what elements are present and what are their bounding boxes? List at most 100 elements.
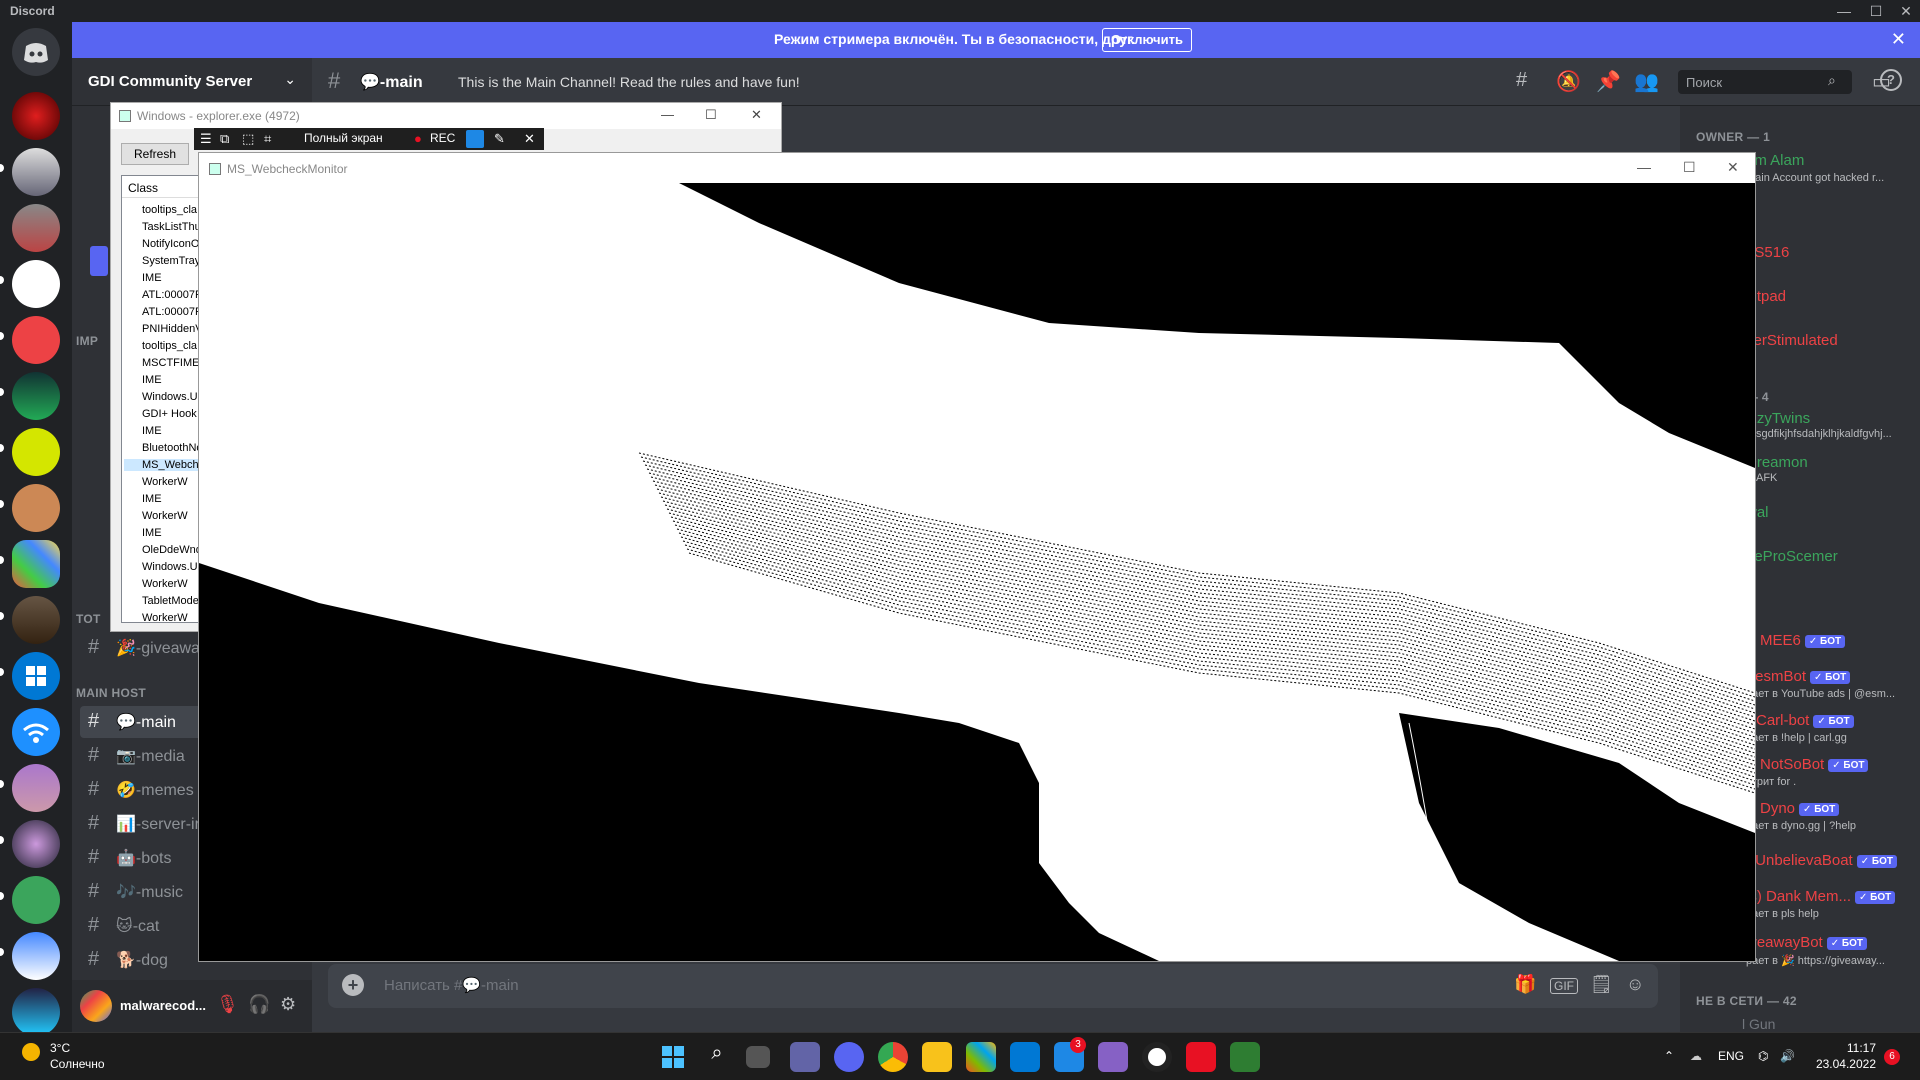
clock-time[interactable]: 11:17	[1816, 1041, 1876, 1055]
language-indicator[interactable]: ENG	[1718, 1049, 1744, 1063]
weather-temp[interactable]: 3°C	[50, 1041, 70, 1055]
explorer-titlebar[interactable]: Windows - explorer.exe (4972) — ☐ ✕	[111, 103, 781, 129]
weather-sun-icon[interactable]	[22, 1043, 40, 1061]
bot-member[interactable]: ls) Dank Mem... ✓ БОТ	[1746, 888, 1896, 905]
bot-member[interactable]: Dyno ✓ БОТ	[1760, 800, 1840, 817]
member-list-icon[interactable]: 👥	[1634, 69, 1659, 94]
close-icon[interactable]: ✕	[524, 131, 535, 147]
bird-sketch-icon[interactable]	[12, 260, 60, 308]
bot-member[interactable]: MEE6 ✓ БОТ	[1760, 632, 1846, 649]
diamond-icon[interactable]	[12, 316, 60, 364]
maximize-button[interactable]: ☐	[1683, 159, 1696, 176]
tree-row[interactable]: WorkerW	[142, 510, 188, 522]
tree-row[interactable]: WorkerW	[142, 476, 188, 488]
mic-toggle-icon[interactable]	[466, 130, 484, 148]
tree-row[interactable]: PNIHiddenV	[142, 323, 203, 335]
minimize-button[interactable]: —	[1637, 159, 1651, 175]
network-icon[interactable]: ☁	[1690, 1049, 1702, 1063]
gear-icon[interactable]: ⚙	[280, 994, 296, 1015]
channel-topic[interactable]: This is the Main Channel! Read the rules…	[458, 74, 800, 90]
attach-plus-icon[interactable]: +	[342, 974, 364, 996]
store-icon[interactable]	[966, 1042, 996, 1072]
file-explorer-icon[interactable]	[922, 1042, 952, 1072]
server-header[interactable]: GDI Community Server ⌄	[72, 58, 312, 106]
member-item[interactable]: verStimulated	[1746, 332, 1838, 349]
anydesk-icon[interactable]	[1186, 1042, 1216, 1072]
tree-row[interactable]: GDI+ Hook	[142, 408, 197, 420]
help-icon[interactable]: ?	[1880, 69, 1902, 91]
remote-desktop-icon[interactable]	[1010, 1042, 1040, 1072]
tree-row[interactable]: SystemTray	[142, 255, 200, 267]
maximize-button[interactable]: ☐	[705, 107, 717, 123]
tree-row[interactable]: IME	[142, 272, 162, 284]
close-banner-icon[interactable]: ✕	[1891, 29, 1906, 50]
rec-label[interactable]: REC	[430, 131, 455, 145]
maximize-button[interactable]: ☐	[1862, 0, 1890, 22]
tree-row[interactable]: tooltips_cla	[142, 340, 197, 352]
tree-row[interactable]: IME	[142, 493, 162, 505]
screenshot-icon[interactable]	[12, 932, 60, 980]
window-capture-icon[interactable]: ⧉	[220, 131, 229, 147]
pen-icon[interactable]: ✎	[494, 131, 505, 147]
green-scene-icon[interactable]	[12, 372, 60, 420]
discord-taskbar-icon[interactable]	[834, 1042, 864, 1072]
clock-date[interactable]: 23.04.2022	[1800, 1057, 1876, 1071]
weather-desc[interactable]: Солнечно	[50, 1057, 105, 1071]
tree-row[interactable]: OleDdeWnd	[142, 544, 202, 556]
tree-row[interactable]: Windows.U	[142, 561, 198, 573]
terminal-icon[interactable]	[1230, 1042, 1260, 1072]
refresh-button[interactable]: Refresh	[121, 143, 189, 165]
column-header-class[interactable]: Class	[122, 176, 204, 198]
threads-icon[interactable]: #	[1516, 69, 1527, 92]
close-button[interactable]: ✕	[1727, 159, 1739, 176]
category-partial-2[interactable]: TOT	[76, 612, 101, 626]
disable-streamer-button[interactable]: Отключить	[1102, 28, 1192, 52]
member-item[interactable]: ueProScemer	[1746, 548, 1838, 565]
wifi-tray-icon[interactable]: ⌬	[1758, 1049, 1768, 1063]
avatar[interactable]	[80, 990, 112, 1022]
tree-row[interactable]: tooltips_cla	[142, 204, 197, 216]
discord-home-icon[interactable]	[12, 28, 60, 76]
red-skull-icon[interactable]	[12, 92, 60, 140]
message-composer[interactable]: + Написать #💬-main 🎁 GIF 🗒 ☺	[328, 964, 1658, 1008]
wifi-logo-icon[interactable]	[12, 708, 60, 756]
tree-row[interactable]: TabletMode	[142, 595, 199, 607]
category-partial-1[interactable]: IMP	[76, 334, 98, 348]
recorder-icon[interactable]	[1142, 1042, 1172, 1072]
bot-member[interactable]: Carl-bot ✓ БОТ	[1756, 712, 1854, 729]
minimize-button[interactable]: —	[661, 107, 674, 122]
composer-placeholder[interactable]: Написать #💬-main	[384, 976, 519, 994]
menu-icon[interactable]: ☰	[200, 131, 212, 147]
tree-row[interactable]: NotifyIconO	[142, 238, 199, 250]
galaxy-icon[interactable]	[12, 820, 60, 868]
start-windows-icon[interactable]	[658, 1042, 688, 1072]
bot-member[interactable]: ) UnbelievaBoat ✓ БОТ	[1746, 852, 1897, 869]
tree-row[interactable]: Windows.U	[142, 391, 198, 403]
username[interactable]: malwarecod...	[120, 998, 206, 1013]
search-icon[interactable]: ⌕	[702, 1042, 732, 1072]
tree-row[interactable]: MS_Webche	[124, 459, 204, 471]
gif-icon[interactable]: GIF	[1550, 978, 1578, 994]
close-button[interactable]: ✕	[1892, 0, 1920, 22]
class-tree[interactable]: Class tooltips_cla TaskListThu NotifyIconO…	[121, 175, 205, 623]
tree-portrait-icon[interactable]	[12, 596, 60, 644]
deafen-icon[interactable]: 🎧	[248, 994, 270, 1015]
teams-chat-icon[interactable]	[790, 1042, 820, 1072]
tree-row[interactable]: ATL:00007F	[142, 289, 202, 301]
tree-row[interactable]: MSCTFIME U	[142, 357, 204, 369]
visual-studio-icon[interactable]	[1098, 1042, 1128, 1072]
task-view-icon[interactable]	[746, 1046, 770, 1068]
bot-member[interactable]: NotSoBot ✓ БОТ	[1760, 756, 1869, 773]
pin-icon[interactable]: 📌	[1596, 69, 1621, 94]
pixel-art-icon[interactable]	[12, 540, 60, 588]
tree-row[interactable]: BluetoothNo	[142, 442, 203, 454]
pink-bear-icon[interactable]	[12, 484, 60, 532]
windows-logo-icon[interactable]	[12, 652, 60, 700]
minimize-button[interactable]: —	[1830, 0, 1858, 22]
fullscreen-label[interactable]: Полный экран	[304, 131, 383, 145]
tree-row[interactable]: WorkerW	[142, 612, 188, 622]
chrome-icon[interactable]	[878, 1042, 908, 1072]
chevron-up-icon[interactable]: ⌃	[1664, 1049, 1674, 1063]
gift-icon[interactable]: 🎁	[1514, 974, 1536, 995]
record-dot-icon[interactable]: ●	[414, 131, 422, 146]
